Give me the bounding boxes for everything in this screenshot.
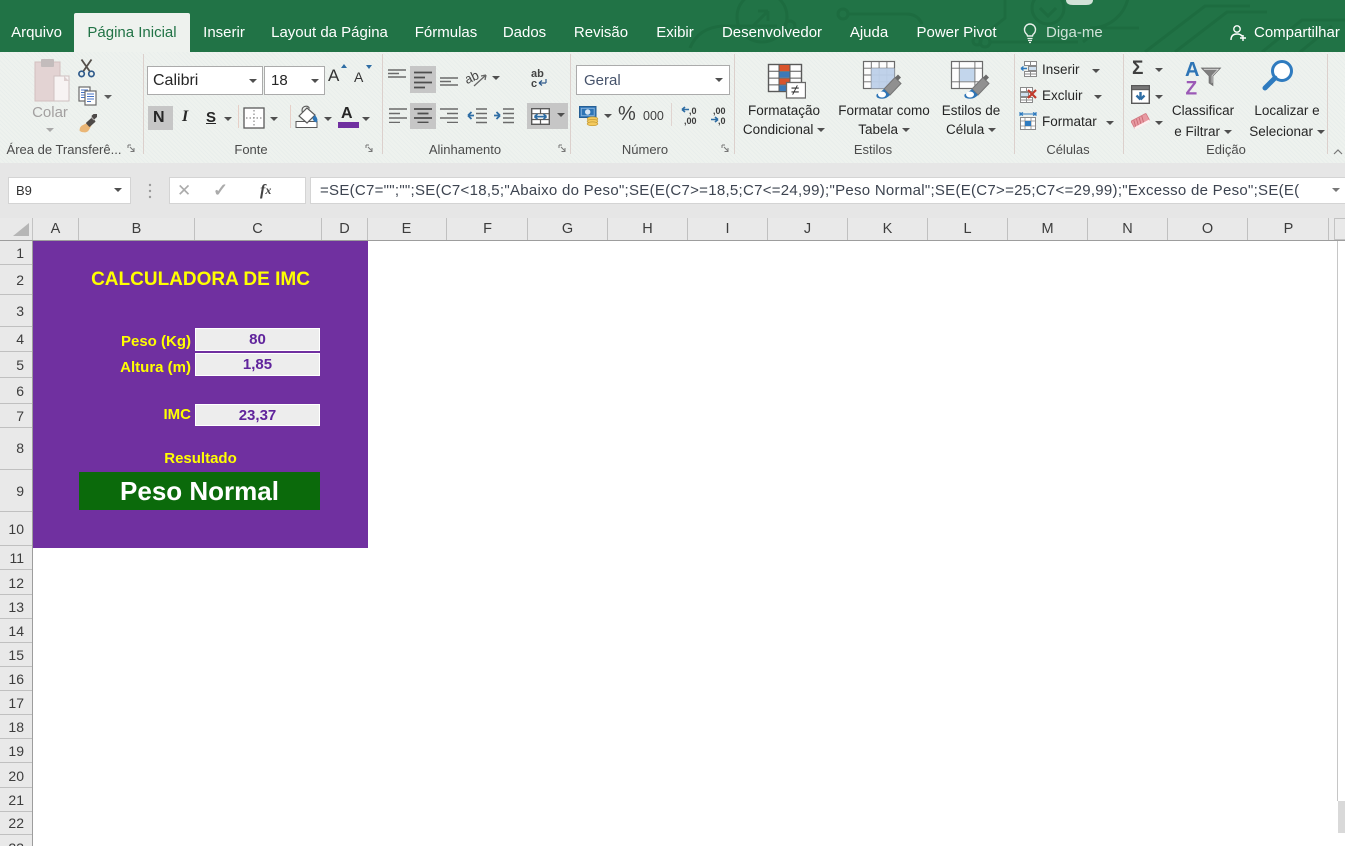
svg-text:,0: ,0 [718,116,726,126]
svg-text:,00: ,00 [713,106,726,116]
svg-text:,00: ,00 [684,116,697,126]
svg-text:,0: ,0 [689,106,697,116]
svg-text:Z: Z [1186,79,1198,100]
svg-text:ab: ab [466,69,481,87]
svg-text:c: c [531,78,537,88]
svg-text:≠: ≠ [791,82,799,99]
